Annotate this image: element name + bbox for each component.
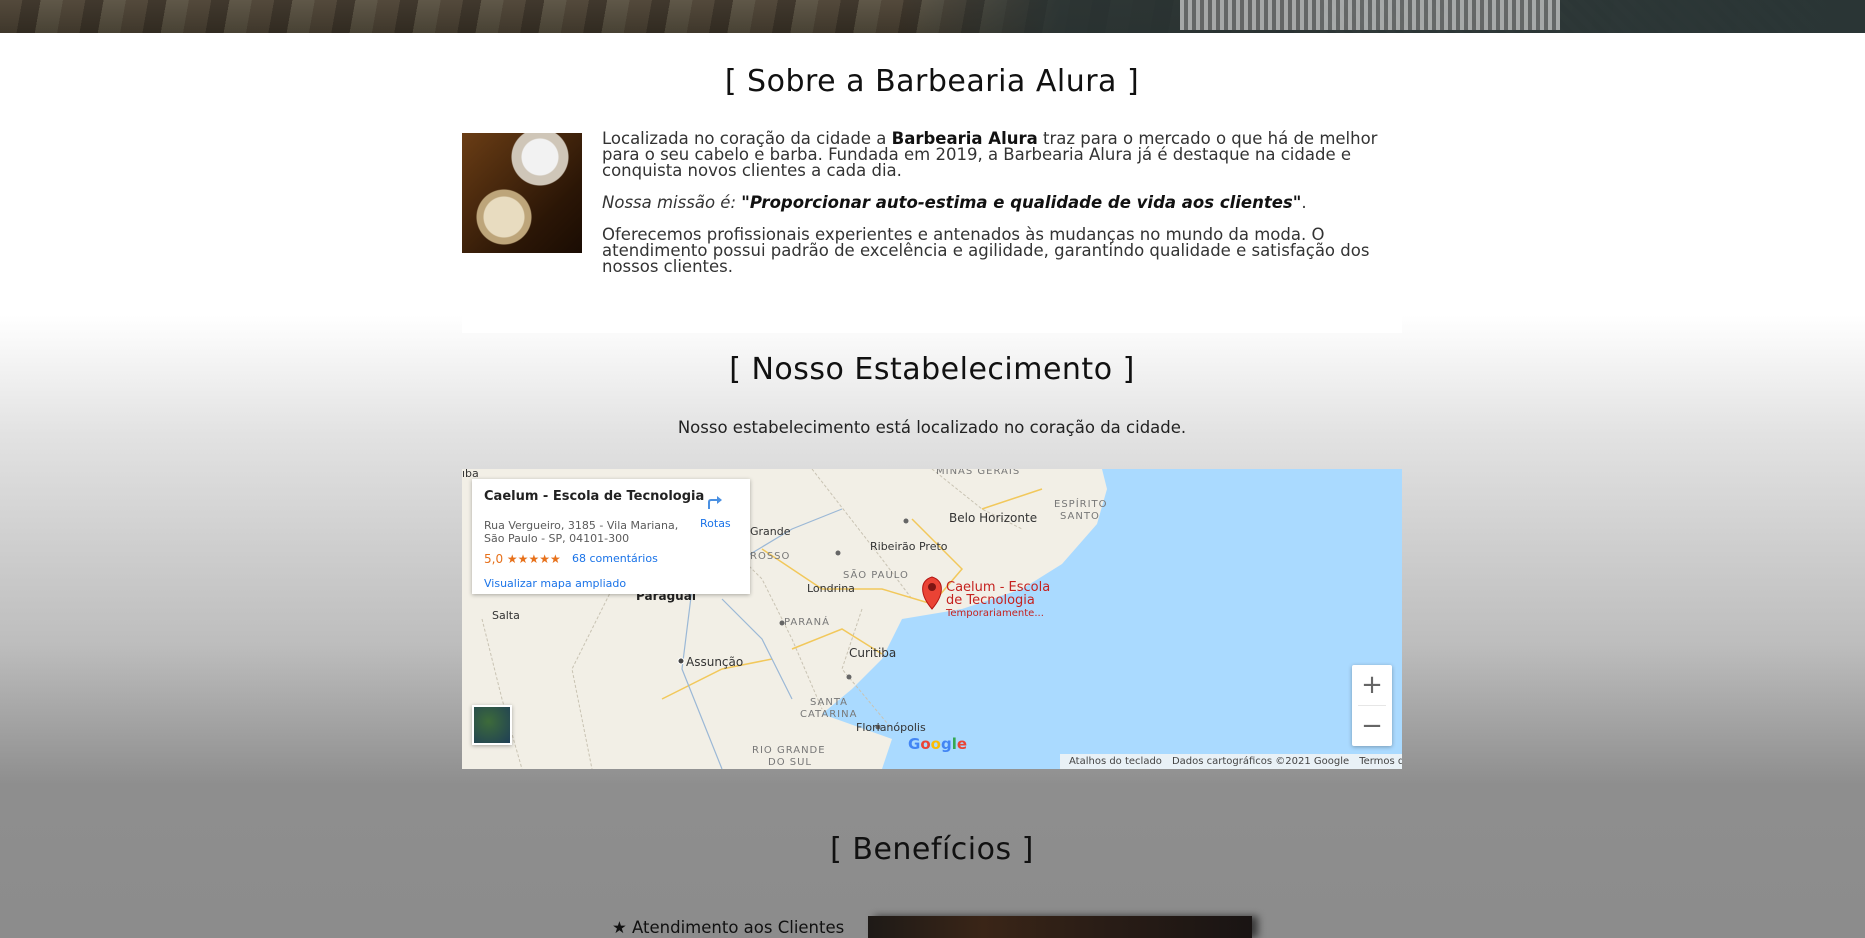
map-label: RIO GRANDE (752, 745, 826, 756)
map-label: ROSSO (750, 551, 791, 562)
map-label: Grande (750, 525, 791, 538)
shaving-brush-image (462, 133, 582, 253)
satellite-toggle[interactable] (472, 705, 512, 745)
map-data-text: Dados cartográficos ©2021 Google (1171, 756, 1350, 767)
beneficios-title: [ Benefícios ] (830, 832, 1034, 867)
map-label: Londrina (807, 582, 855, 595)
place-address-line1: Rua Vergueiro, 3185 - Vila Mariana, (484, 519, 679, 532)
zoom-in-button[interactable]: + (1352, 665, 1392, 705)
map-label: Assunção (686, 655, 744, 669)
beneficio-item: ★ Atendimento aos Clientes (612, 918, 845, 937)
place-rating: 5,0 ★★★★★ (484, 552, 561, 566)
map-label: Salta (492, 609, 520, 622)
map-label: Belo Horizonte (949, 511, 1038, 525)
keyboard-shortcuts-link[interactable]: Atalhos do teclado (1069, 756, 1162, 767)
map-label: Florianópolis (856, 721, 926, 734)
map-label: MINAS GERAIS (936, 469, 1021, 477)
reviews-link[interactable]: 68 comentários (572, 552, 658, 565)
star-icons: ★★★★★ (506, 552, 561, 566)
sobre-paragraph-1: Localizada no coração da cidade a Barbea… (602, 129, 1378, 180)
directions-link[interactable]: Rotas (700, 517, 731, 530)
map-label: CATARINA (800, 709, 858, 720)
place-info-card: Caelum - Escola de Tecnologia Rua Vergue… (472, 479, 750, 594)
map-label: ESPÍRITO (1054, 499, 1108, 510)
place-name: Caelum - Escola de Tecnologia (484, 489, 705, 504)
estabelecimento-title: [ Nosso Estabelecimento ] (729, 352, 1135, 387)
banner-image (0, 0, 1865, 33)
map-pin-label[interactable]: Caelum - Escola de Tecnologia Temporaria… (946, 581, 1050, 620)
google-logo: Google (908, 735, 968, 753)
view-larger-map-link[interactable]: Visualizar mapa ampliado (484, 577, 626, 590)
zoom-controls: + − (1352, 665, 1392, 746)
map-label: Curitiba (849, 646, 897, 660)
sobre-title: [ Sobre a Barbearia Alura ] (724, 64, 1140, 99)
map-attribution: Atalhos do teclado Dados cartográficos ©2… (1060, 754, 1402, 769)
terms-link[interactable]: Termos de Uso (1359, 756, 1402, 767)
map-label: SANTO (1060, 511, 1100, 522)
directions-icon[interactable] (704, 491, 724, 511)
zoom-out-button[interactable]: − (1352, 706, 1392, 746)
map-label: Ribeirão Preto (870, 540, 948, 553)
estabelecimento-description: Nosso estabelecimento está localizado no… (677, 418, 1187, 437)
sobre-paragraph-3: Oferecemos profissionais experientes e a… (602, 225, 1370, 276)
map-pin-icon (922, 576, 942, 610)
map-label: SÃO PAULO (843, 570, 909, 581)
map-label: DO SUL (768, 757, 812, 768)
map-label: PARANÁ (784, 617, 830, 628)
place-address-line2: São Paulo - SP, 04101-300 (484, 532, 630, 545)
map-label: SANTA (810, 697, 849, 708)
mission-paragraph: Nossa missão é: "Proporcionar auto-estim… (602, 193, 1307, 212)
sobre-text: Localizada no coração da cidade a Barbea… (602, 129, 1402, 291)
google-map[interactable]: ıba MINAS GERAIS ESPÍRITO SANTO Belo Hor… (462, 469, 1402, 769)
beneficio-image (868, 916, 1252, 938)
